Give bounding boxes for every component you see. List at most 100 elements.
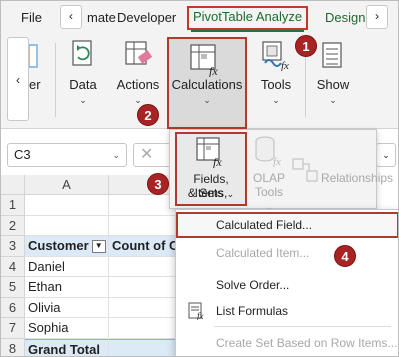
- calculations-button[interactable]: fx Calculations ⌄: [167, 37, 247, 129]
- chevron-down-icon: ⌄: [272, 95, 280, 105]
- calculations-icon: fx: [190, 44, 218, 77]
- customer-header-label: Customer: [28, 238, 89, 253]
- grand-total-label[interactable]: Grand Total: [25, 338, 109, 356]
- create-set-label: Create Set Based on Row Items...: [216, 336, 398, 350]
- row-header[interactable]: 6: [1, 297, 25, 318]
- show-icon: [322, 42, 342, 68]
- chevron-down-icon: ⌄: [329, 95, 337, 105]
- tab-pivottable-analyze-label: PivotTable Analyze: [193, 9, 303, 24]
- table-row[interactable]: Sophia: [25, 318, 109, 339]
- cancel-entry-button[interactable]: ✕: [133, 143, 173, 167]
- tab-automate[interactable]: mate: [87, 7, 116, 29]
- filter-dropdown-icon[interactable]: ▼: [91, 240, 106, 254]
- active-tab-underline: [191, 30, 305, 32]
- tab-file[interactable]: File: [21, 7, 42, 29]
- column-header-a[interactable]: A: [25, 175, 109, 195]
- svg-text:fx: fx: [209, 64, 218, 77]
- relationships-button[interactable]: Relationships: [291, 139, 393, 199]
- olap-tools-button[interactable]: fx OLAP Tools ⌄: [251, 135, 287, 212]
- chevron-down-icon: ⌄: [226, 189, 235, 199]
- filter-icon: [29, 44, 38, 68]
- expand-formula-bar-button[interactable]: ⌄: [376, 143, 396, 167]
- menu-item-solve-order[interactable]: Solve Order...: [176, 272, 398, 298]
- row-header[interactable]: 8: [1, 338, 25, 356]
- tab-developer[interactable]: Developer: [117, 7, 176, 29]
- calculated-field-label: Calculated Field...: [216, 218, 313, 232]
- step-badge-2: 2: [137, 104, 159, 126]
- row-header[interactable]: 3: [1, 236, 25, 257]
- tab-design[interactable]: Design: [325, 7, 365, 29]
- menu-item-list-formulas[interactable]: fx List Formulas: [176, 298, 398, 324]
- calculations-label: Calculations: [171, 77, 243, 92]
- step-badge-1: 1: [295, 35, 317, 57]
- data-group-button[interactable]: Data ⌄: [59, 37, 107, 125]
- grand-total-value[interactable]: [109, 338, 179, 356]
- step-badge-3: 3: [147, 173, 169, 195]
- excel-window: File ‹ mate Developer PivotTable Analyze…: [0, 0, 399, 357]
- name-box-value: C3: [14, 147, 31, 162]
- table-cell[interactable]: [109, 256, 179, 277]
- ribbon-scroll-left-button[interactable]: ‹: [7, 37, 29, 121]
- cell-a1[interactable]: [25, 195, 109, 216]
- relationships-label: Relationships: [321, 171, 394, 185]
- tools-label: Tools: [260, 77, 292, 92]
- list-formulas-icon: fx: [188, 302, 204, 320]
- row-header[interactable]: 1: [1, 195, 25, 216]
- menu-item-calculated-item[interactable]: Calculated Item...: [176, 240, 398, 266]
- fields-items-sets-label-2-text: & Sets: [187, 186, 224, 200]
- chevron-down-icon: ⌄: [134, 95, 142, 105]
- tools-group-button[interactable]: fx Tools ⌄: [251, 37, 301, 125]
- filter-label: er: [29, 77, 41, 92]
- menu-separator: [214, 326, 391, 327]
- row-header[interactable]: 5: [1, 277, 25, 298]
- refresh-data-icon: [72, 40, 92, 66]
- table-row[interactable]: Olivia: [25, 297, 109, 318]
- ribbon-right-edge: [370, 37, 392, 121]
- pivot-values-header[interactable]: Count of O: [109, 236, 179, 257]
- filter-group-button[interactable]: er: [29, 37, 47, 125]
- solve-order-label: Solve Order...: [216, 278, 290, 292]
- fields-items-sets-menu: Calculated Field... Calculated Item... S…: [175, 209, 398, 356]
- relationships-icon: [292, 158, 318, 182]
- row-header[interactable]: 7: [1, 318, 25, 339]
- show-label: Show: [316, 77, 350, 92]
- data-label: Data: [69, 77, 97, 92]
- step-badge-4: 4: [334, 245, 356, 267]
- actions-icon: [125, 41, 153, 65]
- table-row[interactable]: Daniel: [25, 256, 109, 277]
- tab-scroll-left-button[interactable]: ‹: [60, 5, 82, 29]
- table-cell[interactable]: [109, 297, 179, 318]
- select-all-corner[interactable]: [1, 175, 25, 195]
- fields-items-sets-button[interactable]: fx Fields, Items, & Sets ⌄: [175, 132, 247, 206]
- svg-text:fx: fx: [281, 60, 289, 71]
- table-row[interactable]: Ethan: [25, 277, 109, 298]
- ribbon-separator: [55, 43, 56, 117]
- olap-tools-icon: fx: [255, 136, 281, 167]
- chevron-down-icon: ⌄: [203, 95, 211, 105]
- olap-label-2-text: Tools: [254, 185, 283, 199]
- table-cell[interactable]: [109, 318, 179, 339]
- fields-items-sets-label-2: & Sets ⌄: [177, 186, 245, 201]
- fields-items-sets-icon: fx: [196, 137, 222, 168]
- svg-text:fx: fx: [273, 156, 281, 167]
- ribbon-tab-strip: File ‹ mate Developer PivotTable Analyze…: [1, 1, 398, 33]
- menu-item-create-set-rows[interactable]: Create Set Based on Row Items...: [176, 330, 398, 356]
- tools-icon: fx: [262, 41, 289, 71]
- name-box[interactable]: C3 ⌄: [7, 143, 127, 167]
- pivot-row-labels-header[interactable]: Customer ▼: [25, 236, 109, 257]
- row-header[interactable]: 2: [1, 215, 25, 236]
- tab-scroll-right-button[interactable]: ›: [366, 5, 388, 29]
- row-header[interactable]: 4: [1, 256, 25, 277]
- chevron-down-icon: ⌄: [112, 150, 120, 160]
- list-formulas-label: List Formulas: [216, 304, 289, 318]
- table-cell[interactable]: [109, 277, 179, 298]
- calculated-item-label: Calculated Item...: [216, 246, 310, 260]
- cell-b2[interactable]: [109, 215, 179, 236]
- cell-a2[interactable]: [25, 215, 109, 236]
- cancel-icon: ✕: [140, 146, 154, 163]
- chevron-down-icon: ⌄: [79, 95, 87, 105]
- svg-text:fx: fx: [197, 311, 204, 320]
- menu-item-calculated-field[interactable]: Calculated Field...: [176, 212, 398, 238]
- show-group-button[interactable]: Show ⌄: [311, 37, 355, 125]
- tab-pivottable-analyze[interactable]: PivotTable Analyze: [187, 6, 309, 32]
